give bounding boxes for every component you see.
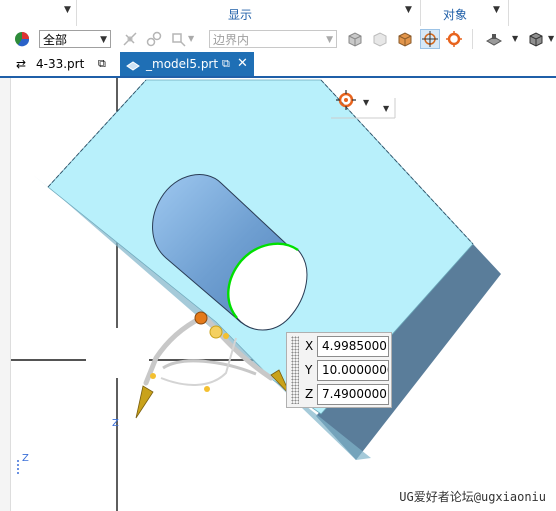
resource-bar[interactable]	[0, 78, 11, 511]
divider	[472, 29, 473, 49]
snap-point-icon[interactable]	[168, 29, 188, 49]
body-icon[interactable]	[526, 29, 546, 49]
group-label-object: 对象	[443, 8, 468, 22]
tab-label: _model5.prt	[146, 57, 219, 71]
selection-scope-select[interactable]: 边界内 ▼	[209, 30, 337, 48]
point-crosshair-icon[interactable]	[420, 29, 440, 49]
tab-label: 4-33.prt	[36, 57, 85, 71]
face-icon[interactable]	[484, 29, 504, 49]
part-icon	[126, 52, 140, 79]
wcs-z-label: Z	[22, 453, 29, 464]
file-tab-bar: ⇄ 4-33.prt ⧉ _model5.prt ⧉ ✕	[0, 52, 556, 78]
type-filter-select[interactable]: 全部 ▼	[39, 30, 111, 48]
object-group-dropdown[interactable]: ▼	[493, 5, 500, 15]
csys-z-label: Z	[112, 418, 119, 429]
type-filter-pie-icon[interactable]	[12, 29, 32, 49]
face-dropdown-arrow[interactable]: ▼	[512, 34, 518, 43]
close-icon[interactable]: ✕	[237, 52, 248, 76]
selection-toolbar: 全部 ▼ ▼ 边界内 ▼ ▼ ▼	[0, 26, 556, 53]
part-reload-icon: ⇄	[16, 57, 27, 71]
divider	[508, 0, 509, 26]
ribbon-group-labels: ▼ 显示 ▼ 对象 ▼	[0, 0, 556, 27]
divider	[420, 0, 421, 26]
triad-dropdown-arrow: ▼	[363, 98, 370, 107]
divider	[76, 0, 77, 26]
snap-orange-ring-icon[interactable]	[444, 29, 464, 49]
y-field[interactable]: 10.0000000	[317, 360, 389, 381]
watermark: UG爱好者论坛@ugxiaoniu	[399, 490, 546, 504]
shaded-box-icon[interactable]	[345, 29, 365, 49]
drag-grip[interactable]	[291, 336, 299, 404]
z-field[interactable]: 7.4900000	[317, 384, 389, 405]
view-dropdown-arrow: ▼	[383, 104, 390, 113]
snap-intersection-icon[interactable]	[120, 29, 140, 49]
display-group-dropdown[interactable]: ▼	[405, 5, 412, 15]
tab-4-33[interactable]: ⇄ 4-33.prt ⧉	[12, 52, 116, 76]
group-label-display: 显示	[228, 8, 253, 22]
wire-box-icon[interactable]	[370, 29, 390, 49]
body-dropdown-arrow[interactable]: ▼	[548, 34, 554, 43]
snap-chain-icon[interactable]	[144, 29, 164, 49]
snap-dropdown-arrow[interactable]: ▼	[188, 34, 194, 43]
tab-edit-icon[interactable]: ⧉	[98, 52, 106, 76]
tab-edit-icon[interactable]: ⧉	[222, 52, 230, 76]
x-field[interactable]: 4.9985000	[317, 336, 389, 357]
colored-box-icon[interactable]	[395, 29, 415, 49]
tab-model5[interactable]: _model5.prt ⧉ ✕	[120, 52, 254, 76]
graphics-window[interactable]: ▼ ▼ Z Z	[11, 78, 556, 511]
point-coordinate-box: X 4.9985000 Y 10.0000000 Z 7.4900000	[286, 332, 392, 408]
ribbon-dropdown-arrow[interactable]: ▼	[64, 5, 71, 15]
